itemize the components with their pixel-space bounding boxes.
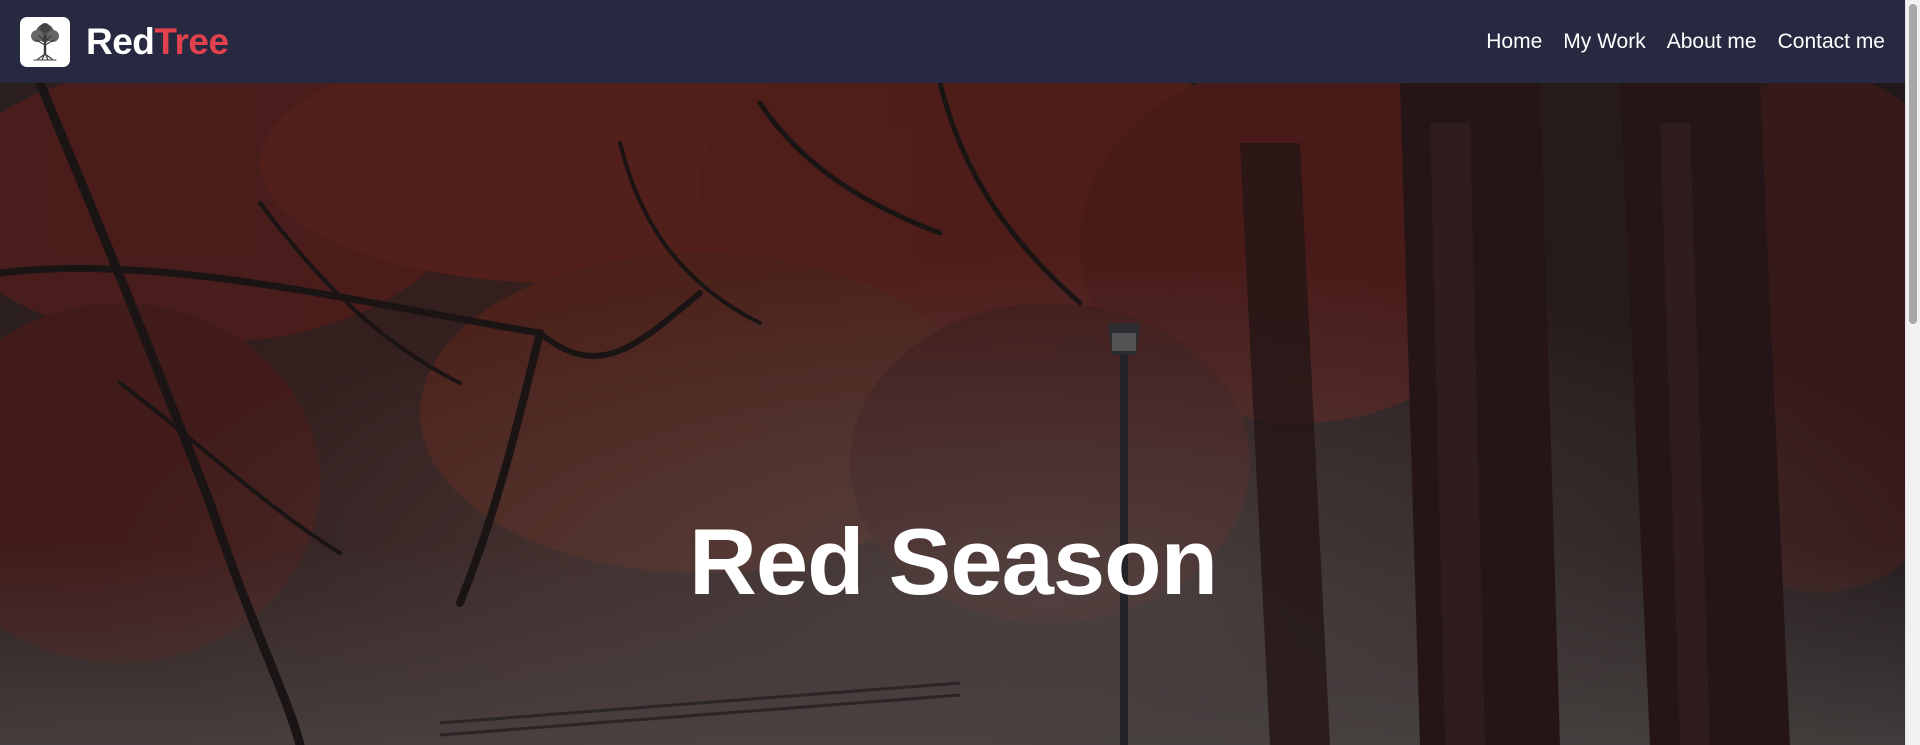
tree-icon (31, 22, 59, 61)
navbar: RedTree Home My Work About me Contact me (0, 0, 1906, 83)
nav-link-contact-me[interactable]: Contact me (1778, 30, 1885, 54)
hero-overlay (0, 83, 1906, 745)
nav-link-my-work[interactable]: My Work (1563, 30, 1645, 54)
brand-name-part2: Tree (154, 20, 229, 62)
logo (20, 16, 70, 67)
hero-title: Red Season (688, 509, 1218, 614)
nav-link-about-me[interactable]: About me (1667, 30, 1757, 54)
nav-link-home[interactable]: Home (1486, 30, 1542, 54)
scrollbar-thumb[interactable] (1909, 4, 1917, 324)
brand-link[interactable]: RedTree (20, 16, 229, 67)
page-scrollbar[interactable] (1905, 0, 1920, 745)
hero-section: Red Season (0, 83, 1906, 745)
main-nav: Home My Work About me Contact me (1465, 30, 1885, 54)
page: RedTree Home My Work About me Contact me (0, 0, 1920, 745)
brand-name: RedTree (86, 21, 229, 63)
brand-name-part1: Red (86, 20, 155, 62)
